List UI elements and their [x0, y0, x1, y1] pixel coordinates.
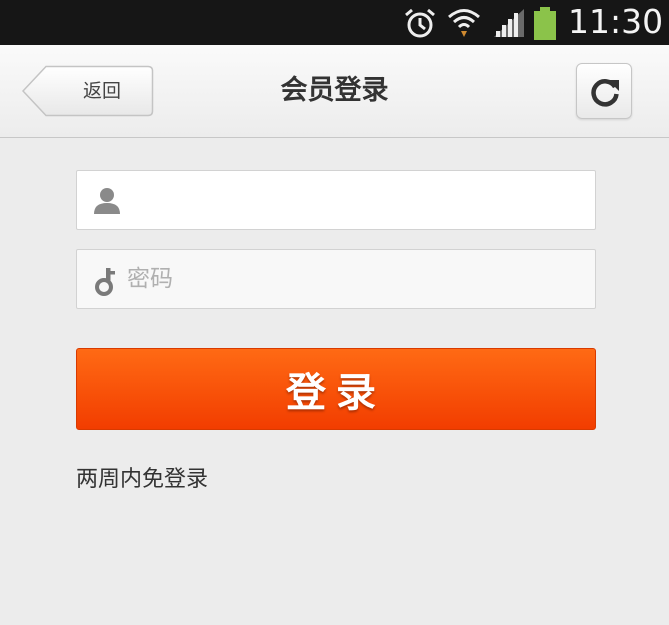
page-title: 会员登录: [280, 75, 389, 106]
signal-icon: [494, 9, 524, 37]
status-bar: 11:30: [0, 0, 669, 45]
login-label: 登录: [286, 370, 386, 416]
username-input[interactable]: [127, 171, 582, 229]
key-icon: [95, 268, 115, 296]
back-label: 返回: [82, 80, 121, 102]
login-button[interactable]: 登录: [76, 348, 596, 430]
user-icon: [94, 188, 120, 214]
refresh-button[interactable]: [576, 63, 632, 119]
wifi-icon: [448, 9, 480, 37]
alarm-icon: [405, 8, 435, 38]
nav-bar: 返回 会员登录: [0, 45, 669, 138]
password-field: [76, 249, 596, 309]
password-input[interactable]: [127, 250, 582, 308]
refresh-icon: [591, 79, 619, 107]
status-time: 11:30: [568, 2, 664, 41]
remember-me-option[interactable]: 两周内免登录: [76, 464, 208, 496]
username-field: [76, 170, 596, 230]
back-button[interactable]: 返回: [22, 65, 154, 117]
battery-icon: [534, 7, 556, 40]
